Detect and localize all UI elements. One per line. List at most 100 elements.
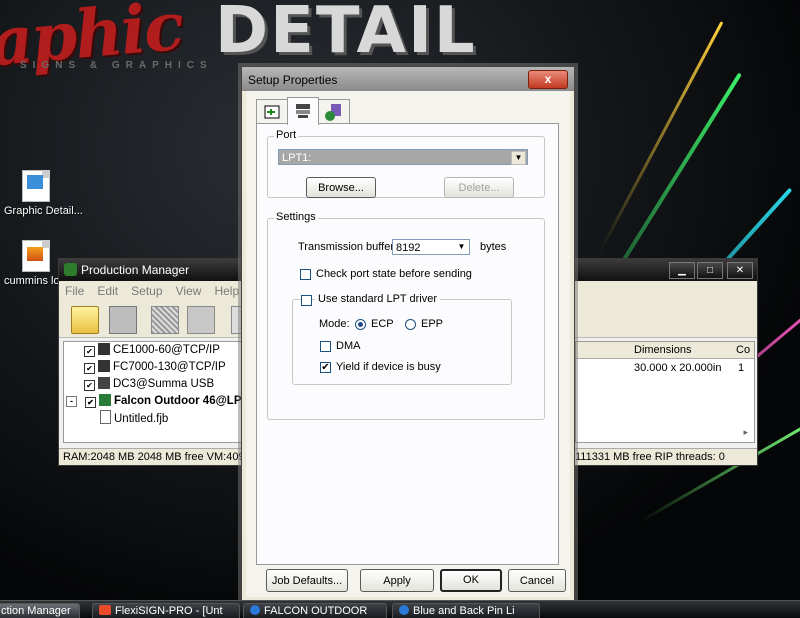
browse-button[interactable]: Browse... [306, 177, 376, 198]
lpt-driver-group: Use standard LPT driver Mode: ECP EPP DM… [292, 293, 512, 385]
status-memory: RAM:2048 MB 2048 MB free VM:409 [63, 451, 245, 463]
printer-icon [99, 394, 111, 406]
cancel-button[interactable]: Cancel [508, 569, 566, 592]
taskbar-item-label: FlexiSIGN-PRO - [Unt [115, 605, 223, 617]
device-tab-icon [325, 104, 341, 121]
tree-item[interactable]: ✔ DC3@Summa USB [64, 376, 244, 393]
tree-item[interactable]: ✔ FC7000-130@TCP/IP [64, 359, 244, 376]
production-manager-app-icon [64, 263, 77, 276]
menu-setup[interactable]: Setup [125, 281, 166, 298]
checkbox[interactable]: ✔ [85, 397, 96, 408]
column-header-co[interactable]: Co [736, 344, 750, 356]
chevron-down-icon: ▼ [455, 241, 468, 253]
desktop-icon-label: Graphic Detail... [4, 205, 83, 217]
desktop-icon-graphic-detail[interactable]: Graphic Detail... [4, 170, 83, 217]
cutter-icon [98, 343, 110, 355]
job-defaults-button[interactable]: Job Defaults... [266, 569, 348, 592]
check-port-label[interactable]: Check port state before sending [316, 268, 472, 280]
checkbox[interactable]: ✔ [84, 346, 95, 357]
cell-co: 1 [738, 362, 745, 374]
menu-view[interactable]: View [170, 281, 206, 298]
tree-item-label: CE1000-60@TCP/IP [113, 344, 220, 356]
tree-item-label: FC7000-130@TCP/IP [113, 361, 226, 373]
tree-item-label: Untitled.fjb [114, 413, 169, 425]
rip-icon[interactable] [151, 306, 179, 334]
buffer-label: Transmission buffer: [298, 241, 398, 253]
grid-header: Dimensions Co [576, 342, 754, 359]
cutter-icon [98, 360, 110, 372]
browser-icon [399, 605, 409, 615]
port-group-label: Port [274, 129, 299, 141]
dma-label[interactable]: DMA [336, 340, 360, 352]
job-grid: Dimensions Co 30.000 x 20.000in 1 ▸ [575, 341, 755, 443]
cell-dimensions: 30.000 x 20.000in [634, 362, 722, 374]
close-button[interactable]: ✕ [727, 262, 753, 279]
ok-button[interactable]: OK [440, 569, 502, 592]
browser-icon [250, 605, 260, 615]
window-title: Production Manager [81, 263, 190, 277]
column-header-dimensions[interactable]: Dimensions [634, 344, 691, 356]
dialog-body: Port LPT1: ▼ Browse... Delete... Setting… [246, 91, 570, 597]
dialog-titlebar[interactable]: Setup Properties x [242, 67, 574, 91]
check-port-checkbox[interactable] [300, 269, 311, 280]
scroll-right-icon[interactable]: ▸ [743, 427, 748, 438]
apply-button[interactable]: Apply [360, 569, 434, 592]
job-file-icon [100, 410, 111, 424]
port-group: Port LPT1: ▼ Browse... Delete... [267, 129, 545, 198]
taskbar-item-label: ction Manager [1, 605, 71, 617]
dialog-close-button[interactable]: x [528, 70, 568, 89]
lpt-driver-checkbox[interactable] [301, 295, 312, 306]
tree-item[interactable]: ✔ CE1000-60@TCP/IP [64, 342, 244, 359]
buffer-unit: bytes [480, 241, 507, 253]
status-disk: 111331 MB free RIP threads: 0 [575, 451, 725, 463]
dialog-title: Setup Properties [248, 73, 338, 87]
taskbar-item-label: Blue and Back Pin Li [413, 605, 515, 617]
mode-ecp-label[interactable]: ECP [371, 318, 394, 330]
device-tree: ✔ CE1000-60@TCP/IP ✔ FC7000-130@TCP/IP ✔ DC… [63, 341, 255, 443]
minimize-button[interactable]: ▁ [669, 262, 695, 279]
taskbar: ction Manager FlexiSIGN-PRO - [Unt FALCO… [0, 600, 800, 618]
maximize-button[interactable]: □ [697, 262, 723, 279]
menu-help[interactable]: Help [208, 281, 243, 298]
mode-ecp-radio[interactable] [355, 319, 366, 330]
chevron-down-icon: ▼ [511, 151, 526, 165]
lpt-driver-label[interactable]: Use standard LPT driver [315, 293, 441, 305]
general-tab-icon [264, 105, 280, 119]
tab-general[interactable] [256, 99, 288, 124]
mode-label: Mode: [319, 318, 350, 330]
setup-properties-dialog: Setup Properties x Port LPT1: ▼ Browse..… [241, 66, 575, 602]
dma-checkbox[interactable] [320, 341, 331, 352]
table-row[interactable]: 30.000 x 20.000in 1 [576, 359, 754, 375]
mode-epp-label[interactable]: EPP [421, 318, 443, 330]
delete-button[interactable]: Delete... [444, 177, 514, 198]
light-streak [598, 21, 724, 253]
collapse-icon[interactable]: - [66, 396, 77, 407]
tree-item-label: Falcon Outdoor 46@LPT1 [114, 395, 255, 407]
save-icon[interactable] [109, 306, 137, 334]
settings-group-label: Settings [274, 211, 318, 223]
open-folder-icon[interactable] [71, 306, 99, 334]
yield-label[interactable]: Yield if device is busy [336, 361, 441, 373]
tab-port[interactable] [287, 97, 319, 125]
tab-device[interactable] [318, 99, 350, 124]
brand-logo-block: DETAIL [215, 0, 477, 68]
buffer-select-value: 8192 [396, 242, 421, 254]
printer-icon [98, 377, 110, 389]
port-select[interactable]: LPT1: ▼ [278, 149, 528, 165]
port-settings-panel: Port LPT1: ▼ Browse... Delete... Setting… [256, 123, 559, 565]
menu-file[interactable]: File [59, 281, 88, 298]
send-icon[interactable] [187, 306, 215, 334]
yield-checkbox[interactable]: ✔ [320, 362, 331, 373]
tree-item-label: DC3@Summa USB [113, 378, 215, 390]
checkbox[interactable]: ✔ [84, 363, 95, 374]
taskbar-item-label: FALCON OUTDOOR [264, 605, 368, 617]
tree-item[interactable]: - ✔ Falcon Outdoor 46@LPT1 [64, 393, 255, 410]
photoshop-file-icon [22, 170, 50, 202]
mode-epp-radio[interactable] [405, 319, 416, 330]
checkbox[interactable]: ✔ [84, 380, 95, 391]
flexisign-icon [99, 605, 111, 615]
menu-edit[interactable]: Edit [91, 281, 122, 298]
tree-item[interactable]: Untitled.fjb [64, 410, 244, 427]
buffer-select[interactable]: 8192 ▼ [392, 239, 470, 255]
port-select-value: LPT1: [282, 152, 312, 164]
